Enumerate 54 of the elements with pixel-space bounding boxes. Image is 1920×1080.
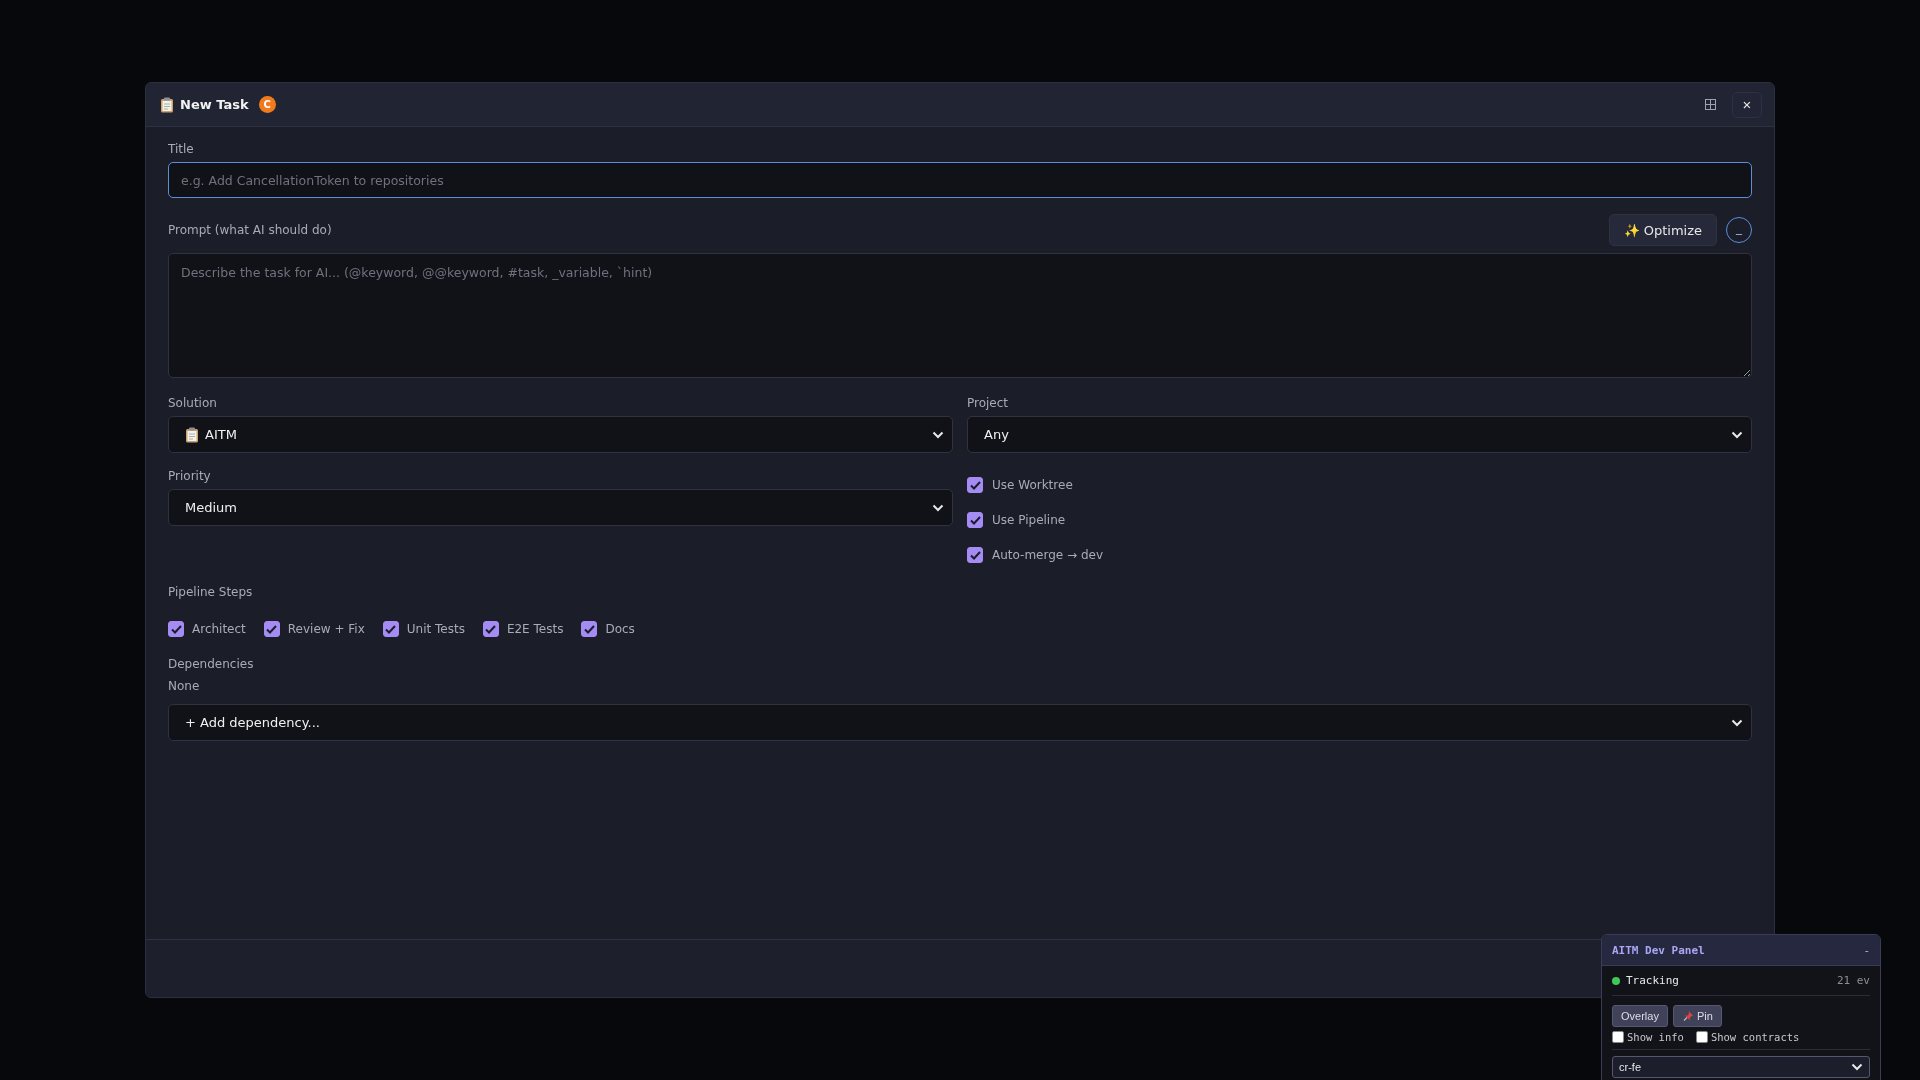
collapse-button[interactable]: - [1863, 943, 1870, 957]
section-label: Pipeline Steps [168, 585, 254, 599]
field-label: Project [967, 396, 1010, 410]
status-label: Tracking [1626, 974, 1679, 987]
event-count: 21 ev [1836, 974, 1870, 987]
chevron-icon [1731, 430, 1743, 439]
field-label: Priority [168, 469, 212, 483]
field-label: Title [168, 142, 195, 156]
project-select[interactable]: Any [967, 416, 1752, 453]
chevron-icon [932, 430, 944, 439]
dialog-title: New Task [180, 97, 249, 112]
agent-badge: C [258, 96, 276, 113]
title-field[interactable]: e.g. Add CancellationToken to repositories [168, 162, 1752, 198]
checkbox-label: Show contracts [1710, 1031, 1800, 1043]
checkbox[interactable] [1612, 1031, 1624, 1043]
checkbox[interactable] [967, 547, 983, 563]
panel-title: AITM Dev Panel [1612, 943, 1705, 957]
chevron-icon [1851, 1063, 1863, 1071]
checkbox-label: Auto-merge → dev [992, 548, 1103, 562]
checkbox-label: Architect [192, 622, 246, 636]
checkbox[interactable] [382, 621, 399, 637]
priority-select[interactable]: Medium [168, 489, 953, 526]
checkbox-label: Docs [605, 622, 635, 636]
branch-select[interactable]: cr-fe [1612, 1056, 1870, 1078]
prompt-field[interactable]: Describe the task for AI... (@keyword, @@keyword, #task, _variable, `hint) [168, 253, 1752, 378]
pin-icon [1681, 1010, 1694, 1022]
checkbox-label: Show info [1627, 1031, 1684, 1043]
checkbox[interactable] [168, 621, 184, 637]
checkbox-label: Unit Tests [406, 622, 465, 636]
chevron-icon [932, 503, 944, 512]
checkbox[interactable] [1695, 1031, 1708, 1043]
checkbox-label: Review + Fix [287, 622, 365, 636]
close-button[interactable]: × [1732, 91, 1762, 118]
checkbox-label: E2E Tests [506, 622, 564, 636]
checkbox[interactable] [482, 621, 499, 637]
dependency-list: None [168, 679, 1752, 693]
checkbox[interactable] [967, 477, 983, 493]
field-label: Solution [168, 396, 218, 410]
checkbox[interactable] [967, 512, 983, 528]
checkbox-label: Use Worktree [992, 478, 1073, 492]
overlay-button[interactable]: Overlay [1612, 1005, 1668, 1027]
checkbox-label: Use Pipeline [992, 513, 1066, 527]
dependency-select[interactable]: + Add dependency... [168, 704, 1752, 741]
section-label: Dependencies [168, 657, 255, 671]
checkbox[interactable] [581, 621, 598, 637]
pin-button[interactable]: Pin [1672, 1005, 1722, 1027]
chevron-icon [1731, 718, 1743, 727]
optimize-button[interactable]: ✨ Optimize [1608, 214, 1717, 246]
grid-icon[interactable] [1705, 99, 1716, 110]
clipboard-icon [185, 426, 199, 443]
field-label: Prompt (what AI should do) [168, 223, 332, 237]
solution-select[interactable]: AITM [168, 416, 953, 453]
checkbox[interactable] [263, 621, 280, 637]
clipboard-icon [160, 96, 174, 113]
